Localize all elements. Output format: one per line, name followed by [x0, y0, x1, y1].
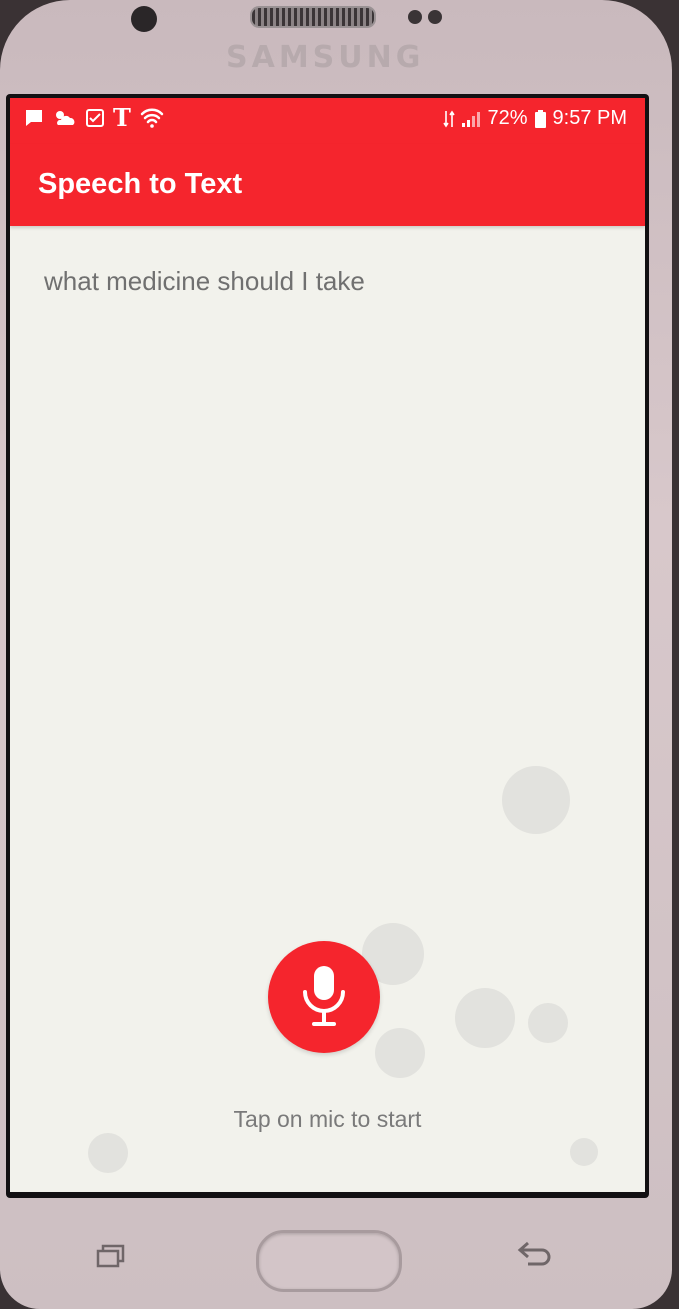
- weather-icon: [56, 111, 75, 125]
- display: T 72% 9:57 PM Speech to Text what medici…: [10, 98, 645, 1192]
- signal-icon: [462, 111, 481, 127]
- app-bar: Speech to Text: [10, 144, 645, 226]
- background-blob: [528, 1003, 568, 1043]
- mic-hint-text: Tap on mic to start: [233, 1106, 422, 1132]
- background-blob: [502, 766, 570, 834]
- microphone-icon: [303, 966, 345, 1026]
- front-camera: [131, 6, 157, 32]
- message-icon: [26, 110, 42, 126]
- sensor-left: [408, 10, 422, 24]
- app-title: Speech to Text: [38, 168, 243, 200]
- background-blob: [88, 1133, 128, 1173]
- device-brand: SAMSUNG: [226, 40, 425, 75]
- recent-apps-icon[interactable]: [96, 1244, 126, 1268]
- clock: 9:57 PM: [552, 107, 627, 129]
- sensor-right: [428, 10, 442, 24]
- background-blob: [375, 1028, 425, 1078]
- mic-button[interactable]: [268, 941, 380, 1053]
- status-bar: T 72% 9:57 PM: [10, 98, 645, 144]
- background-blob: [455, 988, 515, 1048]
- background-blob: [570, 1138, 598, 1166]
- wifi-icon: [140, 108, 164, 128]
- battery-percent: 72%: [487, 107, 528, 129]
- home-button[interactable]: [256, 1230, 402, 1292]
- battery-icon: [534, 109, 546, 128]
- status-icons-left: T: [24, 103, 164, 132]
- phone-frame: SAMSUNG T 72% 9:57 PM Speech to Text wha…: [0, 0, 672, 1309]
- back-icon[interactable]: [514, 1238, 554, 1268]
- transcript-text: what medicine should I take: [44, 266, 365, 296]
- earpiece-speaker: [250, 6, 376, 28]
- checkbox-icon: [86, 109, 104, 127]
- data-transfer-icon: [443, 110, 456, 127]
- tmobile-icon: T: [113, 103, 131, 132]
- status-icons-right: 72% 9:57 PM: [443, 107, 627, 130]
